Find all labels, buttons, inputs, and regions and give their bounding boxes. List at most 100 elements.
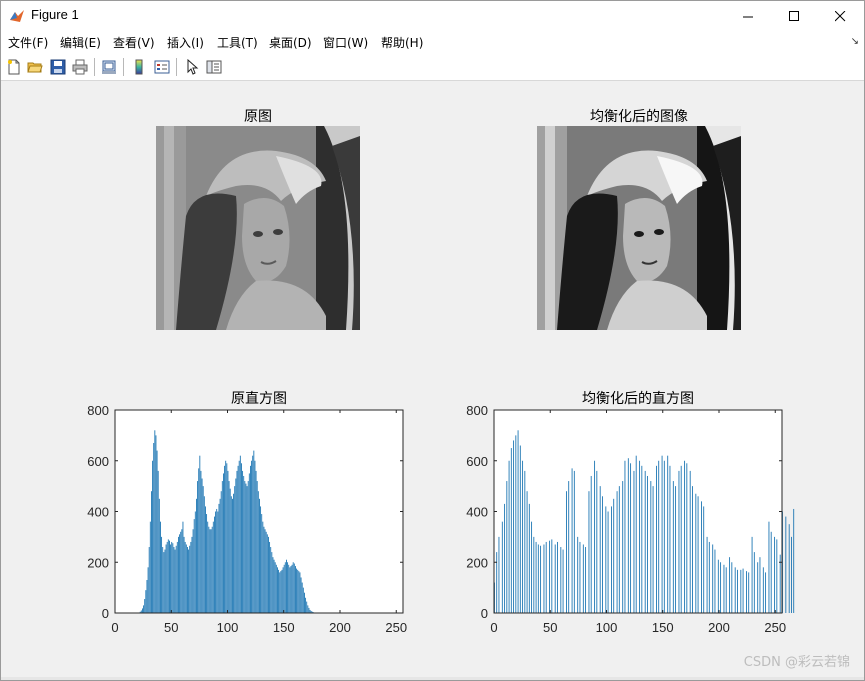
histogram-bar [235, 478, 237, 613]
menu-desktop[interactable]: 桌面(D) [269, 34, 312, 51]
histogram-bar [524, 470, 526, 613]
histogram-bar [701, 501, 702, 613]
property-editor-button[interactable] [204, 57, 224, 77]
close-icon [834, 10, 845, 21]
histogram-bar [703, 506, 705, 613]
histogram-bar [272, 557, 274, 613]
histogram-bar [314, 612, 316, 613]
histogram-bar [616, 491, 618, 613]
menu-help[interactable]: 帮助(H) [381, 34, 423, 51]
y-tick-label: 800 [87, 403, 109, 418]
menu-file[interactable]: 文件(F) [8, 34, 48, 51]
histogram-bar [313, 612, 314, 613]
print-button[interactable] [70, 57, 90, 77]
histogram-bar [198, 468, 200, 613]
histogram-bar [599, 486, 601, 613]
histogram-bar [200, 470, 202, 613]
pointer-button[interactable] [182, 57, 202, 77]
histogram-bar [227, 470, 229, 613]
menu-insert[interactable]: 插入(I) [167, 34, 204, 51]
histogram-bar [607, 511, 609, 613]
histogram-bar [782, 511, 783, 613]
histogram-bar [296, 568, 298, 613]
histogram-bar [265, 531, 267, 613]
menu-tools[interactable]: 工具(T) [217, 34, 258, 51]
legend-button[interactable] [152, 57, 172, 77]
new-figure-icon [8, 59, 20, 75]
menu-edit[interactable]: 编辑(E) [60, 34, 101, 51]
histogram-bar [255, 470, 257, 613]
axes-frame [114, 409, 404, 614]
histogram-bar [259, 498, 260, 613]
x-tick-label: 250 [385, 620, 407, 635]
histogram-bar [618, 486, 620, 613]
menu-window[interactable]: 窗口(W) [323, 34, 368, 51]
histogram-bar [142, 608, 143, 613]
histogram-bar [526, 491, 528, 613]
histogram-bar [501, 521, 503, 613]
print-icon [72, 59, 88, 75]
histogram-bar [602, 496, 603, 613]
open-file-button[interactable] [25, 57, 45, 77]
close-button[interactable] [817, 1, 863, 31]
histogram-bar [717, 559, 719, 613]
histogram-bar [288, 564, 290, 613]
histogram-bar [210, 529, 212, 613]
colorbar-icon [135, 59, 143, 75]
histogram-bar [765, 572, 767, 613]
histogram-bar [185, 544, 187, 613]
histogram-bar [145, 590, 147, 613]
histogram-bar [656, 465, 657, 613]
histogram-bar [605, 506, 607, 613]
histogram-bar [622, 481, 624, 613]
histogram-bar [299, 572, 301, 613]
histogram-bar [244, 481, 246, 613]
histogram-bar [170, 544, 172, 613]
histogram-bar [297, 569, 299, 613]
histogram-bar [246, 486, 248, 613]
x-tick-label: 100 [596, 620, 618, 635]
histogram-bar [549, 540, 551, 613]
histogram-bar [223, 473, 224, 613]
colorbar-button[interactable] [129, 57, 149, 77]
minimize-button[interactable] [725, 1, 771, 31]
histogram-bar [156, 450, 158, 613]
histogram-bar [280, 571, 282, 613]
histogram-bar [284, 562, 286, 613]
histogram-bar [292, 562, 294, 613]
histogram-bar [611, 506, 612, 613]
menu-bar: 文件(F) 编辑(E) 查看(V) 插入(I) 工具(T) 桌面(D) 窗口(W… [1, 31, 864, 53]
legend-icon [154, 60, 170, 74]
histogram-bar [301, 582, 303, 613]
histogram-bar [663, 460, 665, 613]
menu-view[interactable]: 查看(V) [113, 34, 155, 51]
histogram-bar [250, 465, 251, 613]
histogram-bar [291, 564, 293, 613]
histogram-bar [178, 536, 179, 613]
histogram-bar [251, 460, 253, 613]
new-figure-button[interactable] [4, 57, 24, 77]
histogram-bar [277, 567, 278, 613]
x-tick-label: 0 [490, 620, 497, 635]
equalized-hist-title: 均衡化后的直方图 [582, 391, 694, 407]
histogram-bar [770, 531, 772, 613]
histogram-bar [263, 526, 265, 613]
save-button[interactable] [48, 57, 68, 77]
histogram-bar [551, 539, 553, 613]
maximize-button[interactable] [771, 1, 817, 31]
histogram-bar [256, 481, 258, 613]
histogram-bar [519, 445, 521, 613]
histogram-bar [152, 460, 154, 613]
print-preview-button[interactable] [99, 57, 119, 77]
histogram-bar [537, 544, 539, 613]
histogram-bar [522, 460, 524, 613]
histogram-bar [658, 460, 660, 613]
histogram-bar [594, 460, 596, 613]
histogram-bar [239, 455, 241, 613]
histogram-bar [203, 496, 205, 613]
histogram-bar [678, 470, 680, 613]
histogram-bar [282, 567, 284, 613]
dock-arrow-icon[interactable]: ↘ [851, 36, 859, 47]
histogram-bar [644, 470, 646, 613]
y-tick-label: 600 [466, 454, 488, 469]
